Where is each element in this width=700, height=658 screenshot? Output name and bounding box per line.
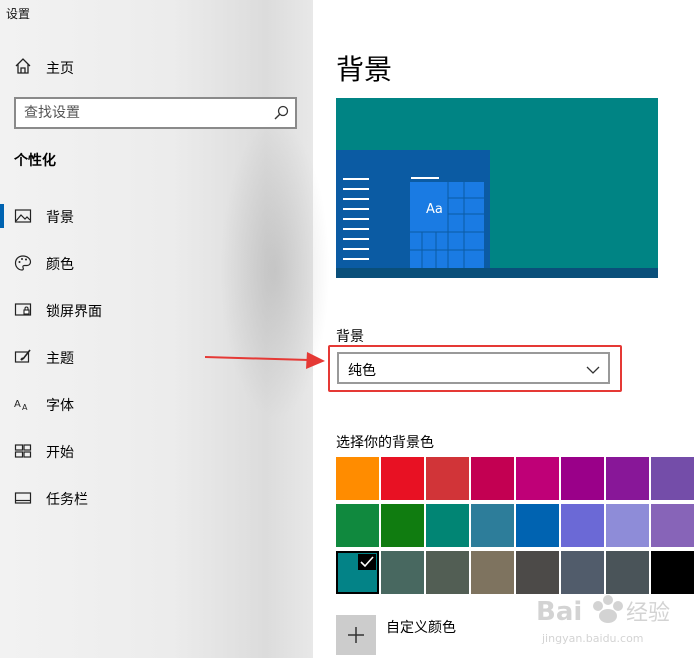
sidebar-item-fonts[interactable]: AA 字体	[0, 384, 313, 424]
lock-screen-icon	[14, 301, 32, 319]
font-icon: AA	[14, 395, 32, 413]
color-swatch[interactable]	[651, 504, 694, 547]
sidebar-item-label: 开始	[46, 445, 74, 461]
color-swatch[interactable]	[336, 457, 379, 500]
palette-icon	[14, 254, 32, 272]
active-indicator	[0, 204, 4, 228]
theme-brush-icon	[14, 348, 32, 366]
sidebar-item-label: 颜色	[46, 257, 74, 273]
color-swatch[interactable]	[426, 551, 469, 594]
color-swatch[interactable]	[381, 504, 424, 547]
checkmark-icon	[358, 554, 376, 570]
image-icon	[14, 207, 32, 225]
color-swatch[interactable]	[516, 504, 559, 547]
preview-sample-text: Aa	[426, 202, 443, 217]
app-title: 设置	[6, 7, 31, 21]
color-swatch[interactable]	[381, 457, 424, 500]
taskbar-icon	[14, 489, 32, 507]
sidebar-item-background[interactable]: 背景	[0, 196, 313, 236]
color-swatch[interactable]	[471, 551, 514, 594]
color-swatch-grid	[336, 457, 700, 597]
sidebar-item-colors[interactable]: 颜色	[0, 243, 313, 283]
start-tiles-icon	[14, 442, 32, 460]
red-highlight-box	[328, 345, 622, 392]
color-swatch[interactable]	[651, 457, 694, 500]
color-swatch[interactable]	[426, 457, 469, 500]
sidebar-item-lock-screen[interactable]: 锁屏界面	[0, 290, 313, 330]
color-swatch[interactable]	[471, 457, 514, 500]
desktop-preview-graphic	[336, 98, 658, 278]
sidebar-item-label: 背景	[46, 210, 74, 226]
background-colors-label: 选择你的背景色	[336, 435, 434, 451]
sidebar-item-label: 字体	[46, 398, 74, 414]
home-link[interactable]: 主页	[14, 56, 74, 80]
home-icon	[14, 57, 32, 79]
sidebar-item-label: 任务栏	[46, 492, 88, 508]
red-arrow-annotation	[204, 348, 325, 378]
background-type-label: 背景	[336, 329, 364, 345]
section-label-personalization: 个性化	[14, 153, 56, 169]
sidebar-item-label: 主题	[46, 351, 74, 367]
sidebar: 设置 主页 个性化 背景 颜色 锁屏界面 主题	[0, 0, 330, 658]
sidebar-item-taskbar[interactable]: 任务栏	[0, 478, 313, 518]
svg-text:A: A	[22, 403, 28, 412]
page-title: 背景	[336, 53, 393, 86]
svg-text:jingyan.baidu.com: jingyan.baidu.com	[541, 632, 644, 645]
color-swatch[interactable]	[606, 504, 649, 547]
color-swatch[interactable]	[516, 457, 559, 500]
color-swatch[interactable]	[561, 504, 604, 547]
color-swatch[interactable]	[606, 457, 649, 500]
color-swatch[interactable]	[381, 551, 424, 594]
baidu-watermark-logo: Bai 经验 jingyan.baidu.com	[536, 582, 686, 652]
color-swatch[interactable]	[471, 504, 514, 547]
color-swatch[interactable]	[561, 457, 604, 500]
svg-text:经验: 经验	[626, 601, 670, 626]
plus-icon	[348, 627, 364, 643]
add-custom-color-button[interactable]	[336, 615, 376, 655]
color-swatch[interactable]	[426, 504, 469, 547]
search-icon[interactable]	[273, 105, 289, 125]
search-box[interactable]	[14, 97, 297, 129]
sidebar-item-start[interactable]: 开始	[0, 431, 313, 471]
home-label: 主页	[46, 61, 74, 77]
svg-text:Bai: Bai	[536, 597, 582, 627]
background-preview: Aa	[336, 98, 658, 278]
custom-color-label[interactable]: 自定义颜色	[386, 617, 456, 637]
search-input[interactable]	[24, 104, 264, 122]
sidebar-item-label: 锁屏界面	[46, 304, 102, 320]
color-swatch[interactable]	[336, 551, 379, 594]
svg-text:A: A	[14, 399, 21, 410]
color-swatch[interactable]	[336, 504, 379, 547]
